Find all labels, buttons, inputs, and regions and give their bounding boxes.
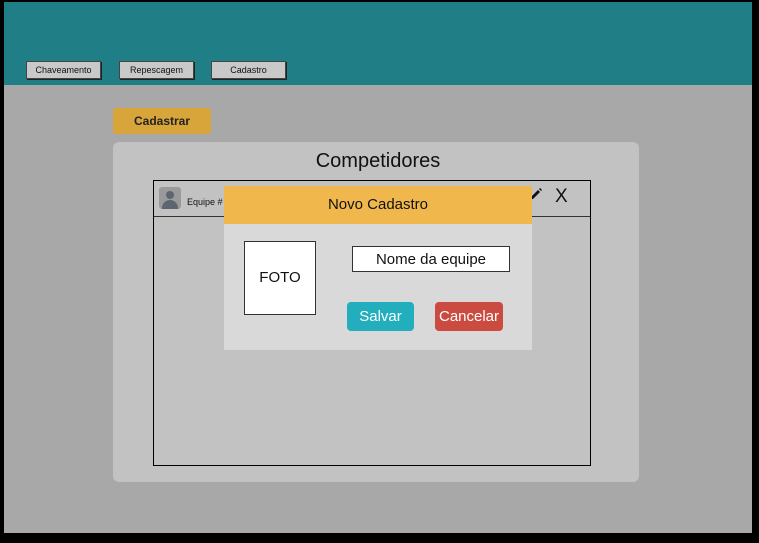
panel-title: Competidores <box>315 150 441 172</box>
cadastrar-button[interactable]: Cadastrar <box>113 108 211 134</box>
app-window: Chaveamento Repescagem Cadastro Cadastra… <box>4 2 752 533</box>
team-name-input[interactable] <box>352 246 510 272</box>
top-bar: Chaveamento Repescagem Cadastro <box>4 2 752 85</box>
close-icon[interactable]: X <box>555 186 568 208</box>
nav-cadastro-button[interactable]: Cadastro <box>211 61 286 79</box>
modal-title: Novo Cadastro <box>224 186 532 224</box>
photo-upload-box[interactable]: FOTO <box>244 241 316 315</box>
team-name-label: Equipe # <box>187 197 223 207</box>
user-avatar-icon <box>159 187 181 209</box>
new-registration-modal: Novo Cadastro FOTO Salvar Cancelar <box>224 186 532 350</box>
nav-chaveamento-button[interactable]: Chaveamento <box>26 61 101 79</box>
cancel-button[interactable]: Cancelar <box>435 302 503 331</box>
save-button[interactable]: Salvar <box>347 302 414 331</box>
nav-repescagem-button[interactable]: Repescagem <box>119 61 194 79</box>
